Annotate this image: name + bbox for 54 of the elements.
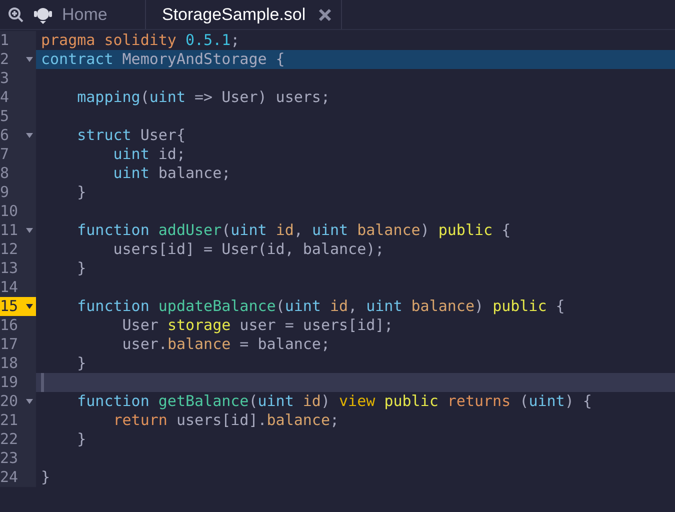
line-number: 4 <box>0 88 10 107</box>
logo-icon <box>32 6 54 24</box>
code-line: function updateBalance(uint id, uint balance) public { <box>76 297 565 316</box>
code-line: uint id; <box>112 145 186 164</box>
code-line: user.balance = balance; <box>121 335 330 354</box>
line-number: 16 <box>0 316 18 335</box>
code-line: User storage user = users[id]; <box>121 316 394 335</box>
line-number: 22 <box>0 430 18 449</box>
fold-icon[interactable] <box>26 228 33 233</box>
line-number: 8 <box>0 164 10 183</box>
line-number: 15 <box>0 297 18 316</box>
fold-icon[interactable] <box>26 133 33 138</box>
code-line: function addUser(uint id, uint balance) public { <box>76 221 511 240</box>
editor-tab[interactable]: Home <box>0 0 146 29</box>
code-line: return users[id].balance; <box>112 411 340 430</box>
line-number: 13 <box>0 259 18 278</box>
line-number: 20 <box>0 392 18 411</box>
code-line: users[id] = User(id, balance); <box>112 240 384 259</box>
code-line: struct User{ <box>76 126 186 145</box>
tab-label: Home <box>62 4 108 26</box>
line-number: 17 <box>0 335 18 354</box>
code-line: } <box>76 183 86 202</box>
line-number: 1 <box>0 31 10 50</box>
close-icon[interactable] <box>318 8 332 22</box>
line-number: 5 <box>0 107 10 126</box>
line-number: 11 <box>0 221 18 240</box>
line-number: 3 <box>0 69 10 88</box>
line-number: 23 <box>0 449 18 468</box>
line-number: 2 <box>0 50 10 69</box>
code-line: function getBalance(uint id) view public returns (uint) { <box>76 392 592 411</box>
line-number: 7 <box>0 145 10 164</box>
code-line: pragma solidity 0.5.1; <box>41 31 240 50</box>
zoom-icon[interactable] <box>8 6 24 22</box>
line-number: 19 <box>0 373 18 392</box>
line-number: 24 <box>0 468 18 487</box>
line-number: 12 <box>0 240 18 259</box>
text-cursor <box>41 373 44 392</box>
code-line: } <box>76 259 86 278</box>
code-line: contract MemoryAndStorage { <box>41 50 285 69</box>
line-number: 18 <box>0 354 18 373</box>
tab-label: StorageSample.sol <box>162 4 306 26</box>
code-line: uint balance; <box>112 164 231 183</box>
line-number: 21 <box>0 411 18 430</box>
code-line: } <box>76 430 86 449</box>
line-number: 9 <box>0 183 10 202</box>
fold-icon[interactable] <box>26 399 33 404</box>
code-line: } <box>76 354 86 373</box>
code-line: } <box>41 468 50 487</box>
line-number: 14 <box>0 278 18 297</box>
code-line: mapping(uint => User) users; <box>76 88 330 107</box>
fold-icon[interactable] <box>26 304 33 309</box>
line-number: 6 <box>0 126 10 145</box>
line-number: 10 <box>0 202 18 221</box>
fold-icon[interactable] <box>26 57 33 62</box>
